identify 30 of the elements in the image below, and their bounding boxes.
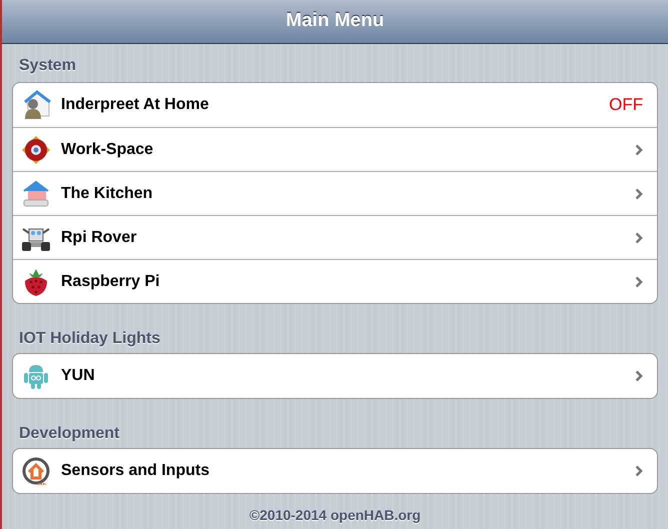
kitchen-house-icon: [21, 178, 51, 208]
house-ring-icon: [21, 456, 51, 486]
copyright-text: ©2010-2014 openHAB.org: [249, 506, 421, 525]
section-heading: System: [19, 57, 76, 74]
item-label: YUN: [61, 366, 96, 386]
chevron-icon: [635, 465, 643, 477]
item-label: Rpi Rover: [61, 228, 138, 248]
item-label: Raspberry Pi: [61, 272, 161, 292]
person-house-icon: [21, 90, 51, 120]
menu-item[interactable]: The Kitchen: [13, 171, 657, 215]
page-title: Main Menu: [286, 9, 384, 34]
chevron-icon: [635, 188, 643, 200]
chevron-icon: [635, 370, 643, 382]
menu-item[interactable]: Raspberry Pi: [13, 259, 657, 303]
menu-item[interactable]: YUN: [13, 354, 657, 398]
ornament-icon: [21, 134, 51, 164]
chevron-icon: [635, 232, 643, 244]
item-label: Inderpreet At Home: [61, 95, 210, 115]
menu-item[interactable]: Inderpreet At Home OFF: [13, 83, 657, 127]
section-heading: IOT Holiday Lights: [19, 330, 160, 347]
menu-item[interactable]: Rpi Rover: [13, 215, 657, 259]
chevron-icon: [635, 276, 643, 288]
item-label: The Kitchen: [61, 184, 154, 204]
menu-item[interactable]: Work-Space: [13, 127, 657, 171]
item-label: Sensors and Inputs: [61, 461, 210, 481]
chevron-icon: [635, 144, 643, 156]
state-value: OFF: [609, 94, 643, 116]
section-heading: Development: [19, 425, 120, 442]
item-label: Work-Space: [61, 140, 154, 160]
menu-item[interactable]: Sensors and Inputs: [13, 449, 657, 493]
